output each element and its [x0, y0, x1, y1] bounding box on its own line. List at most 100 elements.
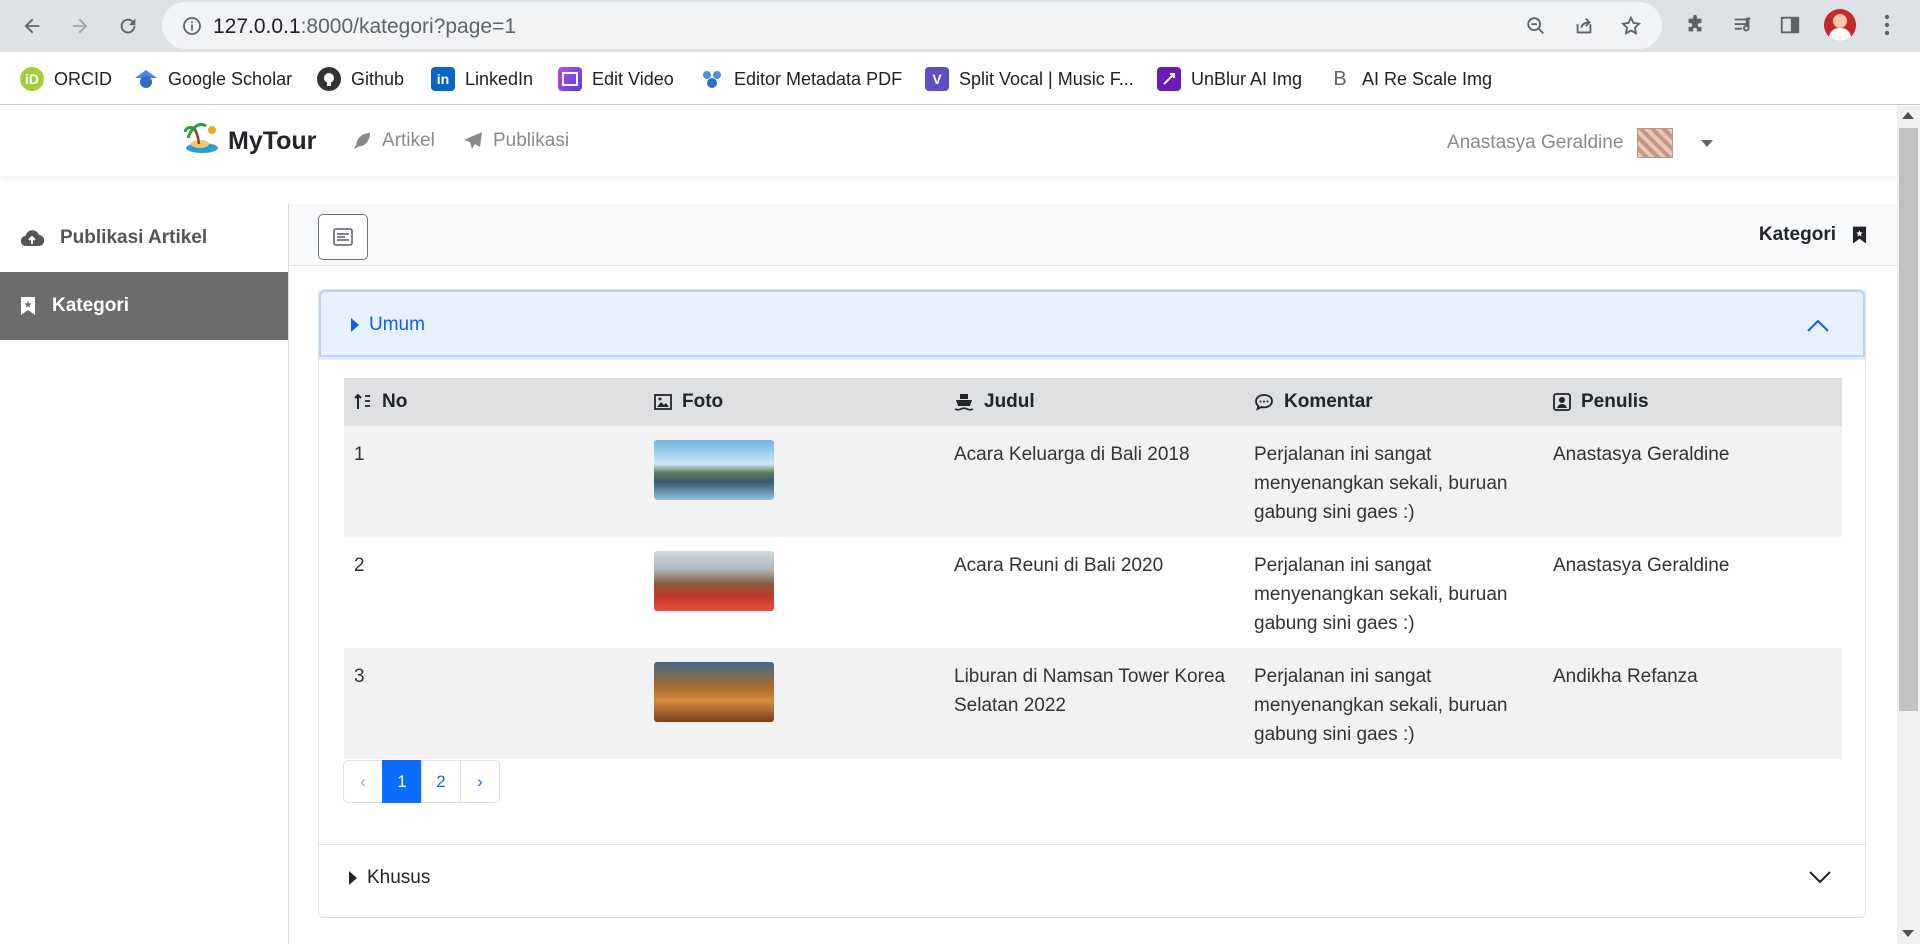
accordion-header-khusus[interactable]: Khusus [319, 844, 1865, 907]
side-panel-icon[interactable] [1777, 12, 1803, 38]
bookmark-unblur[interactable]: UnBlur AI Img [1157, 64, 1302, 94]
cell-penulis: Andikha Refanza [1543, 648, 1842, 759]
cell-komentar: Perjalanan ini sangat menyenangkan sekal… [1244, 648, 1543, 759]
back-arrow-icon [24, 18, 40, 34]
photo-thumbnail[interactable] [654, 551, 774, 611]
forward-arrow-icon [72, 18, 88, 34]
accordion-header-umum[interactable]: Umum [319, 290, 1865, 357]
accordion-title-khusus: Khusus [349, 867, 430, 889]
forward-button[interactable] [64, 10, 96, 42]
bookmark-split-vocal[interactable]: V Split Vocal | Music F... [925, 64, 1134, 94]
google-scholar-icon [134, 67, 158, 91]
pagination-page-2[interactable]: 2 [421, 760, 461, 803]
user-avatar [1637, 128, 1674, 158]
list-toggle-icon [333, 228, 353, 246]
back-button[interactable] [16, 10, 48, 42]
user-menu[interactable]: Anastasya Geraldine [1447, 128, 1714, 158]
paper-plane-icon [464, 132, 482, 149]
content-header: Kategori [289, 204, 1897, 266]
table-row: 1 Acara Keluarga di Bali 2018 Perjalanan… [344, 426, 1842, 537]
url-text[interactable]: 127.0.0.1:8000/kategori?page=1 [213, 15, 516, 39]
sidebar: Publikasi Artikel Kategori [0, 204, 288, 944]
reload-button[interactable] [112, 10, 144, 42]
col-foto: Foto [644, 378, 944, 426]
kategori-accordion: Umum No Foto Judul Komentar Penulis 1 Ac… [318, 289, 1866, 918]
extensions-icon[interactable] [1682, 12, 1708, 38]
chevron-up-icon [1807, 319, 1829, 332]
user-portrait-icon [1553, 393, 1571, 411]
nav-publikasi[interactable]: Publikasi [463, 130, 569, 152]
chevron-down-icon [1809, 871, 1831, 884]
cell-judul: Acara Keluarga di Bali 2018 [944, 426, 1244, 537]
address-bar[interactable]: 127.0.0.1:8000/kategori?page=1 [162, 2, 1662, 49]
scroll-up-arrow-icon[interactable] [1902, 112, 1914, 119]
sidebar-item-publikasi-artikel[interactable]: Publikasi Artikel [0, 204, 288, 272]
pagination: ‹ 1 2 › [343, 760, 500, 803]
profile-avatar[interactable] [1824, 9, 1856, 41]
split-vocal-icon: V [925, 67, 949, 91]
bookmark-star-icon[interactable] [1619, 14, 1643, 38]
bookmark-orcid[interactable]: iD ORCID [20, 64, 112, 94]
bookmark-linkedin[interactable]: in LinkedIn [431, 64, 533, 94]
bookmark-icon [21, 297, 35, 315]
share-icon[interactable] [1572, 14, 1596, 38]
comment-icon [1255, 394, 1273, 411]
rescale-icon: B [1333, 67, 1347, 90]
cell-judul: Acara Reuni di Bali 2020 [944, 537, 1244, 648]
web-page: MyTour Artikel Publikasi Anastasya Geral… [0, 106, 1897, 944]
brand-logo[interactable]: MyTour [183, 122, 316, 161]
nav-artikel[interactable]: Artikel [352, 130, 435, 152]
orcid-icon: iD [20, 67, 44, 91]
artikel-table: No Foto Judul Komentar Penulis 1 Acara K… [344, 378, 1842, 759]
image-icon [654, 394, 672, 410]
pagination-prev[interactable]: ‹ [343, 760, 383, 803]
col-judul: Judul [944, 378, 1244, 426]
col-no: No [344, 378, 644, 426]
browser-toolbar: 127.0.0.1:8000/kategori?page=1 [0, 0, 1920, 52]
photo-thumbnail[interactable] [654, 662, 774, 722]
bookmark-edit-video[interactable]: Edit Video [558, 64, 674, 94]
page-title: Kategori [1759, 224, 1867, 246]
accordion-title-umum: Umum [351, 314, 425, 336]
cell-penulis: Anastasya Geraldine [1543, 426, 1842, 537]
pagination-page-1[interactable]: 1 [382, 760, 422, 803]
cell-no: 3 [344, 648, 644, 759]
ship-icon [954, 394, 974, 411]
cell-no: 2 [344, 537, 644, 648]
unblur-icon [1157, 67, 1181, 91]
main-content: Kategori Umum No Foto Judul Komentar Pen… [289, 204, 1897, 944]
bookmark-ai-rescale[interactable]: B AI Re Scale Img [1328, 64, 1492, 94]
menu-kebab-icon[interactable] [1874, 12, 1900, 38]
cloud-upload-icon [20, 230, 44, 247]
sort-icon [354, 393, 370, 409]
linkedin-icon: in [431, 67, 455, 91]
cell-judul: Liburan di Namsan Tower Korea Selatan 20… [944, 648, 1244, 759]
photo-thumbnail[interactable] [654, 440, 774, 500]
scroll-down-arrow-icon[interactable] [1902, 930, 1914, 937]
bookmarks-bar: iD ORCID Google Scholar Github in Linked… [0, 52, 1920, 105]
zoom-icon[interactable] [1524, 14, 1548, 38]
sidebar-item-kategori[interactable]: Kategori [0, 272, 288, 340]
cell-foto [644, 537, 944, 648]
sidebar-toggle-button[interactable] [318, 214, 368, 260]
cell-komentar: Perjalanan ini sangat menyenangkan sekal… [1244, 537, 1543, 648]
table-header-row: No Foto Judul Komentar Penulis [344, 378, 1842, 426]
scrollbar-thumb[interactable] [1899, 128, 1918, 711]
caret-down-icon [1701, 139, 1714, 147]
bookmark-editor-metadata-pdf[interactable]: Editor Metadata PDF [700, 64, 902, 94]
cell-penulis: Anastasya Geraldine [1543, 537, 1842, 648]
media-control-icon[interactable] [1730, 12, 1756, 38]
bookmark-google-scholar[interactable]: Google Scholar [134, 64, 292, 94]
top-navbar: MyTour Artikel Publikasi Anastasya Geral… [0, 106, 1897, 176]
bookmark-github[interactable]: Github [317, 64, 404, 94]
site-info-icon[interactable] [180, 14, 204, 38]
edit-video-icon [558, 67, 582, 91]
cell-foto [644, 426, 944, 537]
cell-komentar: Perjalanan ini sangat menyenangkan sekal… [1244, 426, 1543, 537]
col-komentar: Komentar [1244, 378, 1543, 426]
table-row: 3 Liburan di Namsan Tower Korea Selatan … [344, 648, 1842, 759]
palm-island-icon [183, 122, 220, 161]
col-penulis: Penulis [1543, 378, 1842, 426]
pagination-next[interactable]: › [460, 760, 500, 803]
table-row: 2 Acara Reuni di Bali 2020 Perjalanan in… [344, 537, 1842, 648]
